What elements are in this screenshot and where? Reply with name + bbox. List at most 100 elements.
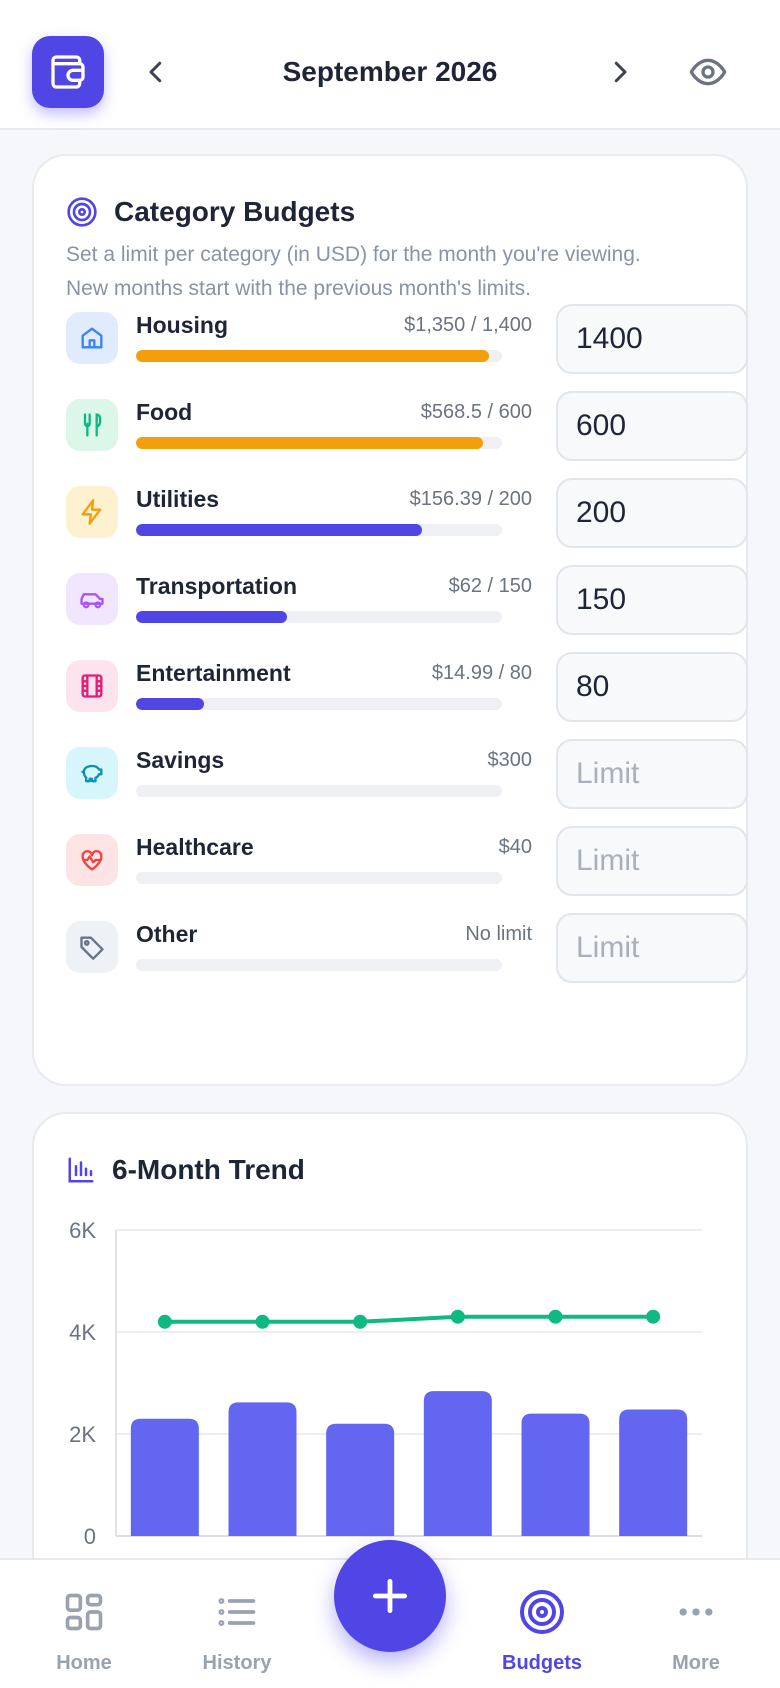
category-icon <box>66 660 118 712</box>
current-month-label: September 2026 <box>282 56 498 87</box>
chart-bar <box>130 1418 199 1536</box>
trend-point <box>353 1314 368 1329</box>
home-icon <box>81 327 103 349</box>
category-name: Transportation <box>136 573 298 599</box>
next-month-button[interactable] <box>600 52 640 92</box>
category-name: Healthcare <box>136 834 254 860</box>
chart-bar <box>423 1391 492 1536</box>
progress-fill <box>136 350 489 362</box>
budget-row-entertainment: Entertainment $14.99 / 80 <box>66 652 748 722</box>
limit-input-entertainment[interactable] <box>556 652 748 722</box>
category-budgets-card: Category Budgets Set a limit per categor… <box>32 154 748 1086</box>
progress-track <box>136 524 502 536</box>
limit-input-savings[interactable] <box>556 739 748 809</box>
trend-point <box>646 1309 661 1324</box>
category-icon <box>66 312 118 364</box>
progress-fill <box>136 524 423 536</box>
heart-pulse-icon <box>81 850 103 871</box>
nav-budgets[interactable]: Budgets <box>472 1560 612 1688</box>
nav-home[interactable]: Home <box>14 1560 154 1688</box>
trend-point <box>548 1309 563 1324</box>
target-icon <box>67 197 97 227</box>
grid-icon <box>60 1588 108 1636</box>
trend-point <box>450 1309 465 1324</box>
progress-fill <box>136 437 483 449</box>
limit-input-housing[interactable] <box>556 304 748 374</box>
limit-input-food[interactable] <box>556 391 748 461</box>
target-icon <box>518 1588 566 1636</box>
fork-knife-icon <box>83 413 102 437</box>
y-tick-label: 0 <box>84 1524 96 1549</box>
category-name: Food <box>136 399 193 425</box>
category-amount: $156.39 / 200 <box>409 488 532 510</box>
category-icon <box>66 834 118 886</box>
eye-icon <box>689 58 727 86</box>
limit-input-utilities[interactable] <box>556 478 748 548</box>
card-description: Set a limit per category (in USD) for th… <box>66 238 726 306</box>
y-tick-label: 2K <box>69 1422 96 1447</box>
piggy-bank-icon <box>81 764 103 783</box>
limit-input-other[interactable] <box>556 913 748 983</box>
nav-history[interactable]: History <box>167 1560 307 1688</box>
category-name: Entertainment <box>136 660 291 686</box>
plus-icon <box>372 1578 408 1614</box>
toggle-visibility-button[interactable] <box>686 50 730 94</box>
category-amount: No limit <box>465 923 532 945</box>
category-amount: $300 <box>487 749 533 771</box>
budget-row-other: Other No limit <box>66 913 748 983</box>
description-line: Set a limit per category (in USD) for th… <box>66 243 641 266</box>
add-transaction-button[interactable] <box>334 1540 446 1652</box>
chevron-right-icon <box>614 61 627 83</box>
progress-track <box>136 872 502 884</box>
progress-track <box>136 959 502 971</box>
chart-bar <box>326 1423 395 1536</box>
category-name: Savings <box>136 747 225 773</box>
category-icon <box>66 399 118 451</box>
budget-row-housing: Housing $1,350 / 1,400 <box>66 304 748 374</box>
progress-track <box>136 698 502 710</box>
nav-label: Budgets <box>502 1652 582 1674</box>
budget-row-healthcare: Healthcare $40 <box>66 826 748 896</box>
category-amount: $40 <box>498 836 532 858</box>
chart-bar <box>228 1402 297 1536</box>
card-title: Category Budgets <box>114 196 356 227</box>
trend-point <box>255 1314 270 1329</box>
tag-icon <box>80 936 104 960</box>
previous-month-button[interactable] <box>136 52 176 92</box>
category-amount: $1,350 / 1,400 <box>404 314 532 336</box>
card-header: Category Budgets <box>66 192 355 232</box>
category-icon <box>66 486 118 538</box>
category-icon <box>66 573 118 625</box>
progress-track <box>136 437 502 449</box>
bolt-icon <box>81 499 102 525</box>
film-icon <box>81 674 103 698</box>
trend-line <box>164 1314 654 1324</box>
budget-row-utilities: Utilities $156.39 / 200 <box>66 478 748 548</box>
category-icon <box>66 747 118 799</box>
nav-label: History <box>202 1652 272 1674</box>
car-icon <box>80 593 104 609</box>
progress-track <box>136 611 502 623</box>
category-amount: $62 / 150 <box>448 575 532 597</box>
budget-row-food: Food $568.5 / 600 <box>66 391 748 461</box>
nav-more[interactable]: More <box>626 1560 766 1688</box>
category-name: Utilities <box>136 486 220 512</box>
chart-bar <box>619 1409 688 1536</box>
y-tick-label: 6K <box>69 1218 96 1243</box>
progress-track <box>136 350 502 362</box>
list-icon <box>213 1588 261 1636</box>
progress-track <box>136 785 502 797</box>
wallet-icon[interactable] <box>32 36 104 108</box>
chevron-left-icon <box>149 61 162 83</box>
budget-row-transportation: Transportation $62 / 150 <box>66 565 748 635</box>
progress-fill <box>136 698 205 710</box>
category-name: Other <box>136 921 198 947</box>
chart-bar <box>521 1413 590 1536</box>
category-amount: $14.99 / 80 <box>431 662 532 684</box>
top-bar: September 2026 <box>0 0 780 130</box>
limit-input-transportation[interactable] <box>556 565 748 635</box>
category-icon <box>66 921 118 973</box>
progress-fill <box>136 611 288 623</box>
limit-input-healthcare[interactable] <box>556 826 748 896</box>
trend-point <box>157 1314 172 1329</box>
